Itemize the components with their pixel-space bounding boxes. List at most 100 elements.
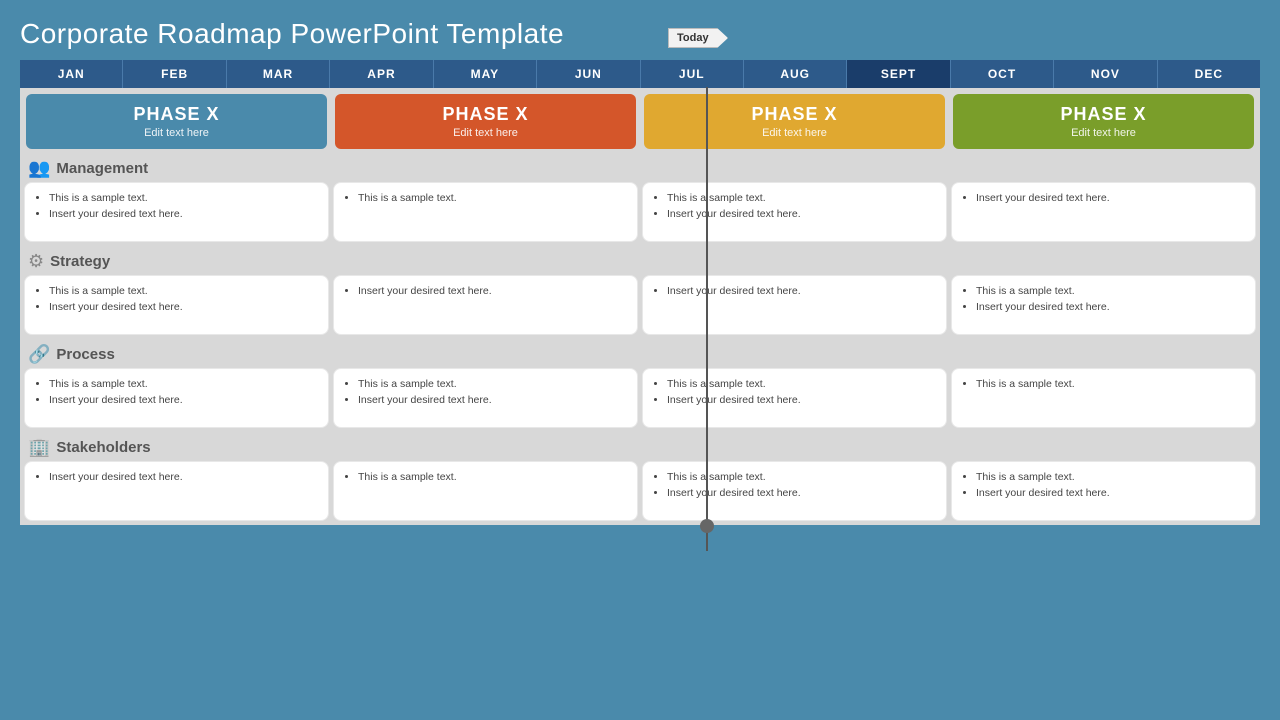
sections-container: 👥ManagementThis is a sample text.Insert … bbox=[20, 153, 1260, 525]
card-stakeholders-3: This is a sample text.Insert your desire… bbox=[951, 461, 1256, 521]
list-item: This is a sample text. bbox=[49, 377, 318, 393]
card-management-1: This is a sample text. bbox=[333, 182, 638, 242]
card-list-3-1: This is a sample text. bbox=[344, 470, 627, 486]
month-cell-apr: APR bbox=[330, 60, 433, 88]
phase-sub-3: Edit text here bbox=[1071, 127, 1136, 139]
card-strategy-1: Insert your desired text here. bbox=[333, 275, 638, 335]
list-item: Insert your desired text here. bbox=[49, 300, 318, 316]
phase-label-1: PHASE X bbox=[442, 104, 528, 125]
list-item: Insert your desired text here. bbox=[667, 284, 936, 300]
phase-block-0: PHASE XEdit text here bbox=[26, 94, 327, 149]
list-item: This is a sample text. bbox=[49, 191, 318, 207]
card-list-2-0: This is a sample text.Insert your desire… bbox=[35, 377, 318, 409]
section-cards-strategy: This is a sample text.Insert your desire… bbox=[20, 275, 1260, 339]
section-title-strategy: Strategy bbox=[50, 253, 110, 270]
phase-row: PHASE X Edit text here PHASE X Edit text he… bbox=[20, 88, 1260, 153]
month-cell-may: MAY bbox=[434, 60, 537, 88]
phase-sub-1: Edit text here bbox=[453, 127, 518, 139]
list-item: Insert your desired text here. bbox=[358, 393, 627, 409]
month-cell-feb: FEB bbox=[123, 60, 226, 88]
slide: Corporate Roadmap PowerPoint Template To… bbox=[0, 0, 1280, 720]
card-management-0: This is a sample text.Insert your desire… bbox=[24, 182, 329, 242]
phase-sub-2: Edit text here bbox=[762, 127, 827, 139]
month-cell-jul: JUL bbox=[641, 60, 744, 88]
list-item: This is a sample text. bbox=[667, 470, 936, 486]
main-container: Today JANFEBMARAPRMAYJUNJULAUGSEPTOCTNOV… bbox=[20, 60, 1260, 525]
list-item: This is a sample text. bbox=[667, 191, 936, 207]
section-cards-management: This is a sample text.Insert your desire… bbox=[20, 182, 1260, 246]
process-icon: 🔗 bbox=[28, 344, 50, 365]
section-header-stakeholders: 🏢Stakeholders bbox=[20, 432, 1260, 461]
list-item: This is a sample text. bbox=[358, 377, 627, 393]
today-bottom-circle bbox=[700, 519, 714, 533]
card-process-0: This is a sample text.Insert your desire… bbox=[24, 368, 329, 428]
card-strategy-0: This is a sample text.Insert your desire… bbox=[24, 275, 329, 335]
list-item: This is a sample text. bbox=[667, 377, 936, 393]
today-marker: Today bbox=[668, 28, 728, 48]
card-list-0-1: This is a sample text. bbox=[344, 191, 627, 207]
list-item: Insert your desired text here. bbox=[49, 470, 318, 486]
section-header-management: 👥 Management bbox=[20, 153, 1260, 182]
phase-block-3: PHASE X Edit text here bbox=[953, 94, 1254, 149]
card-management-3: Insert your desired text here. bbox=[951, 182, 1256, 242]
list-item: Insert your desired text here. bbox=[667, 393, 936, 409]
section-header-strategy: ⚙ Strategy bbox=[20, 246, 1260, 275]
section-cards-process: This is a sample text.Insert your desire… bbox=[20, 368, 1260, 432]
card-list-0-0: This is a sample text.Insert your desire… bbox=[35, 191, 318, 223]
list-item: This is a sample text. bbox=[976, 470, 1245, 486]
card-stakeholders-0: Insert your desired text here. bbox=[24, 461, 329, 521]
card-list-1-3: This is a sample text.Insert your desire… bbox=[962, 284, 1245, 316]
list-item: This is a sample text. bbox=[358, 470, 627, 486]
card-list-0-2: This is a sample text.Insert your desire… bbox=[653, 191, 936, 223]
month-cell-jun: JUN bbox=[537, 60, 640, 88]
section-header-process: 🔗Process bbox=[20, 339, 1260, 368]
list-item: Insert your desired text here. bbox=[49, 393, 318, 409]
page-title: Corporate Roadmap PowerPoint Template bbox=[20, 18, 1260, 50]
card-list-1-2: Insert your desired text here. bbox=[653, 284, 936, 300]
phase-label-3: PHASE X bbox=[1060, 104, 1146, 125]
month-cell-oct: OCT bbox=[951, 60, 1054, 88]
card-strategy-3: This is a sample text.Insert your desire… bbox=[951, 275, 1256, 335]
list-item: This is a sample text. bbox=[976, 284, 1245, 300]
card-list-2-1: This is a sample text.Insert your desire… bbox=[344, 377, 627, 409]
card-process-1: This is a sample text.Insert your desire… bbox=[333, 368, 638, 428]
month-cell-sept: SEPT bbox=[847, 60, 950, 88]
card-stakeholders-2: This is a sample text.Insert your desire… bbox=[642, 461, 947, 521]
month-cell-nov: NOV bbox=[1054, 60, 1157, 88]
month-cell-mar: MAR bbox=[227, 60, 330, 88]
card-stakeholders-1: This is a sample text. bbox=[333, 461, 638, 521]
phase-label-0: PHASE X bbox=[133, 104, 219, 125]
list-item: This is a sample text. bbox=[976, 377, 1245, 393]
month-header: JANFEBMARAPRMAYJUNJULAUGSEPTOCTNOVDEC bbox=[20, 60, 1260, 88]
today-flag: Today bbox=[668, 28, 728, 48]
list-item: Insert your desired text here. bbox=[976, 191, 1245, 207]
list-item: Insert your desired text here. bbox=[49, 207, 318, 223]
list-item: Insert your desired text here. bbox=[667, 207, 936, 223]
card-list-3-3: This is a sample text.Insert your desire… bbox=[962, 470, 1245, 502]
card-list-2-2: This is a sample text.Insert your desire… bbox=[653, 377, 936, 409]
card-list-1-0: This is a sample text.Insert your desire… bbox=[35, 284, 318, 316]
phase-block-2: PHASE X Edit text here bbox=[644, 94, 945, 149]
list-item: Insert your desired text here. bbox=[667, 486, 936, 502]
month-cell-dec: DEC bbox=[1158, 60, 1260, 88]
month-cell-aug: AUG bbox=[744, 60, 847, 88]
phase-label-2: PHASE X bbox=[751, 104, 837, 125]
content-area: PHASE X Edit text here PHASE X Edit text he… bbox=[20, 88, 1260, 525]
section-cards-stakeholders: Insert your desired text here.This is a … bbox=[20, 461, 1260, 525]
management-icon: 👥 bbox=[28, 158, 50, 179]
card-process-2: This is a sample text.Insert your desire… bbox=[642, 368, 947, 428]
list-item: Insert your desired text here. bbox=[358, 284, 627, 300]
card-strategy-2: Insert your desired text here. bbox=[642, 275, 947, 335]
list-item: Insert your desired text here. bbox=[976, 486, 1245, 502]
card-list-3-2: This is a sample text.Insert your desire… bbox=[653, 470, 936, 502]
month-cell-jan: JAN bbox=[20, 60, 123, 88]
card-management-2: This is a sample text.Insert your desire… bbox=[642, 182, 947, 242]
list-item: Insert your desired text here. bbox=[976, 300, 1245, 316]
card-list-2-3: This is a sample text. bbox=[962, 377, 1245, 393]
section-title-stakeholders: Stakeholders bbox=[56, 439, 150, 456]
list-item: This is a sample text. bbox=[49, 284, 318, 300]
card-list-1-1: Insert your desired text here. bbox=[344, 284, 627, 300]
list-item: This is a sample text. bbox=[358, 191, 627, 207]
section-title-management: Management bbox=[56, 160, 148, 177]
strategy-icon: ⚙ bbox=[28, 251, 44, 272]
